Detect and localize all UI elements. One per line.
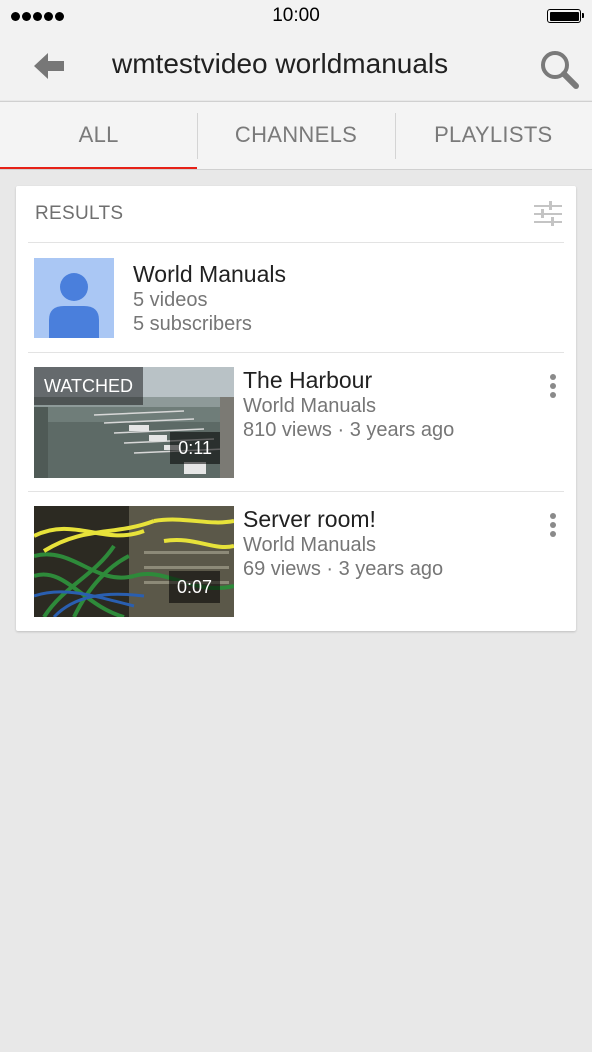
video-thumbnail[interactable]: 0:07 [34, 506, 234, 617]
channel-name[interactable]: World Manuals [133, 261, 286, 288]
video-views-age: 69 views · 3 years ago [243, 558, 444, 580]
video-title[interactable]: The Harbour [243, 367, 372, 394]
video-duration: 0:07 [168, 571, 220, 603]
tab-all[interactable]: ALL [0, 102, 198, 170]
divider [28, 491, 564, 492]
video-title[interactable]: Server room! [243, 506, 376, 533]
filter-sliders-icon[interactable] [534, 201, 562, 227]
video-thumbnail[interactable]: WATCHED 0:11 [34, 367, 234, 478]
results-heading: RESULTS [35, 203, 124, 224]
tab-bar-divider [0, 169, 592, 170]
video-duration: 0:11 [170, 432, 220, 464]
status-time: 10:00 [272, 5, 320, 26]
person-icon [49, 273, 99, 338]
channel-subscriber-count: 5 subscribers [133, 313, 252, 335]
divider [28, 242, 564, 243]
tab-bar: ALL CHANNELS PLAYLISTS [0, 101, 592, 170]
more-vert-icon[interactable] [548, 513, 558, 541]
tab-playlists[interactable]: PLAYLISTS [394, 102, 592, 170]
results-card: RESULTS World Manuals 5 videos 5 subscri… [16, 186, 576, 631]
tab-channels[interactable]: CHANNELS [197, 102, 394, 170]
app-header: wmtestvideo worldmanuals [0, 32, 592, 100]
avatar[interactable] [34, 258, 114, 338]
battery-icon [547, 9, 584, 23]
search-icon[interactable] [538, 48, 580, 90]
watched-badge: WATCHED [34, 367, 143, 405]
channel-video-count: 5 videos [133, 289, 208, 311]
search-query-title: wmtestvideo worldmanuals [112, 48, 449, 79]
video-channel: World Manuals [243, 395, 377, 417]
video-channel: World Manuals [243, 534, 377, 556]
divider [28, 352, 564, 353]
status-bar: 10:00 [0, 0, 592, 32]
more-vert-icon[interactable] [548, 374, 558, 402]
back-arrow-icon[interactable] [30, 50, 68, 82]
video-views-age: 810 views · 3 years ago [243, 419, 455, 441]
